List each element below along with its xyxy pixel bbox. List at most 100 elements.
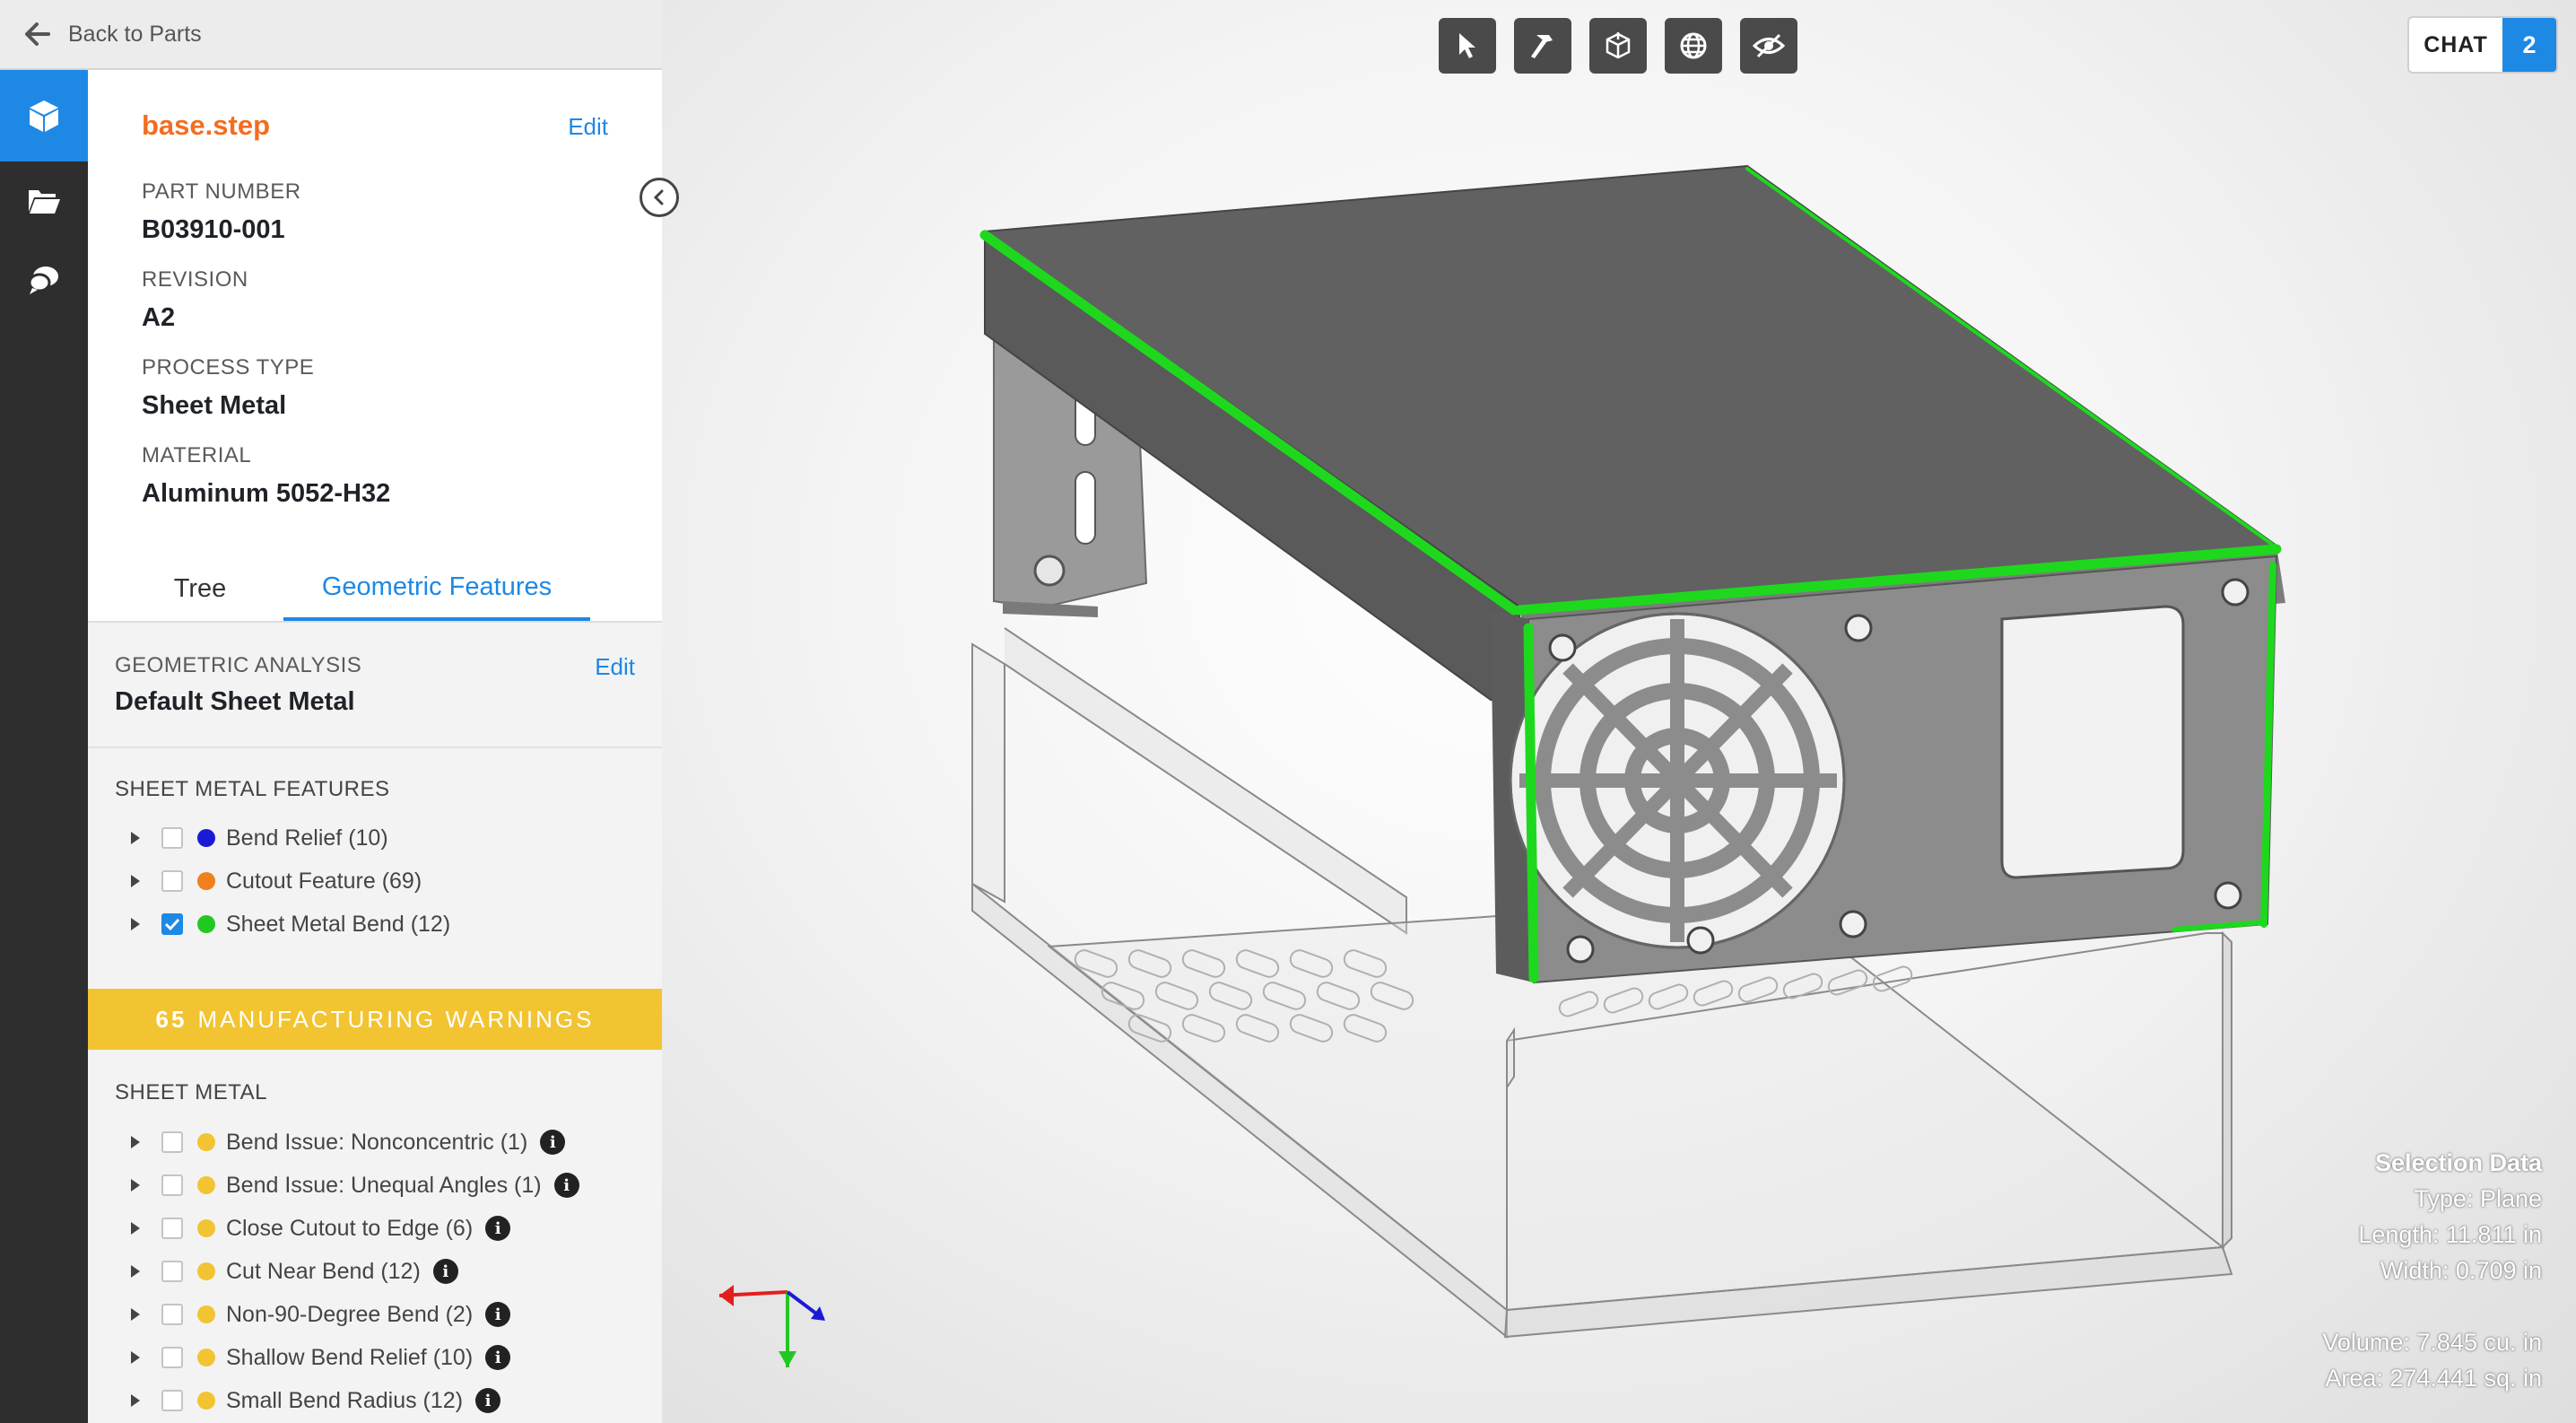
expand-caret-icon[interactable] (131, 1308, 140, 1321)
warning-label: Shallow Bend Relief (10) (226, 1344, 474, 1370)
process-type-value: Sheet Metal (142, 391, 287, 420)
color-dot-icon (197, 872, 215, 890)
expand-caret-icon[interactable] (131, 1222, 140, 1235)
axes-cube-icon (1606, 32, 1631, 59)
arrow-left-icon (25, 22, 50, 46)
warning-checkbox[interactable] (161, 1218, 183, 1239)
feature-row: Sheet Metal Bend (12) (131, 906, 450, 942)
warnings-count: 65 (155, 1005, 187, 1033)
selection-data-panel: Selection Data Type: Plane Length: 11.81… (2322, 1145, 2542, 1396)
chat-bubbles-icon (28, 266, 58, 294)
rail-item-chat[interactable] (0, 240, 88, 319)
selection-volume: Volume: 7.845 cu. in (2322, 1329, 2542, 1356)
rail-item-files[interactable] (0, 162, 88, 240)
info-icon[interactable]: i (485, 1345, 511, 1370)
part-details: base.step Edit PART NUMBER B03910-001 RE… (88, 70, 662, 556)
chat-label: CHAT (2424, 31, 2488, 57)
axis-triad (718, 1285, 825, 1367)
checkmark-icon (164, 918, 180, 931)
geometric-analysis-section: GEOMETRIC ANALYSIS Edit Default Sheet Me… (88, 623, 662, 748)
view-mode-button[interactable] (1665, 18, 1722, 74)
chat-button[interactable]: CHAT 2 (2407, 16, 2558, 74)
tab-geometric-features[interactable]: Geometric Features (283, 556, 590, 621)
selection-length: Length: 11.811 in (2358, 1221, 2542, 1248)
expand-caret-icon[interactable] (131, 832, 140, 844)
feature-checkbox[interactable] (161, 827, 183, 849)
expand-caret-icon[interactable] (131, 1179, 140, 1192)
process-type-label: PROCESS TYPE (142, 355, 315, 380)
sidebar-rail (0, 70, 88, 1423)
warning-checkbox[interactable] (161, 1304, 183, 1325)
part-model[interactable] (662, 0, 2576, 1423)
feature-label: Bend Relief (10) (226, 825, 388, 851)
back-to-parts-link[interactable]: Back to Parts (25, 16, 202, 52)
warning-checkbox[interactable] (161, 1261, 183, 1282)
chat-count-badge: 2 (2502, 18, 2556, 72)
warning-label: Small Bend Radius (12) (226, 1387, 464, 1413)
warning-checkbox[interactable] (161, 1174, 183, 1196)
info-icon[interactable]: i (553, 1173, 579, 1198)
manufacturing-warnings-banner[interactable]: 65 MANUFACTURING WARNINGS (88, 989, 662, 1050)
sheet-metal-warnings-title: SHEET METAL (115, 1080, 267, 1104)
edit-geometric-analysis-link[interactable]: Edit (595, 653, 635, 681)
sheet-metal-features-title: SHEET METAL FEATURES (115, 777, 390, 801)
info-icon[interactable]: i (475, 1388, 501, 1413)
selection-width: Width: 0.709 in (2380, 1257, 2542, 1284)
warning-row: Close Cutout to Edge (6) i (131, 1210, 511, 1246)
warning-row: Cut Near Bend (12) i (131, 1253, 458, 1289)
collapse-panel-button[interactable] (640, 178, 679, 217)
viewer-toolbar (1439, 18, 1797, 74)
warning-checkbox[interactable] (161, 1131, 183, 1153)
expand-caret-icon[interactable] (131, 1136, 140, 1148)
part-number-value: B03910-001 (142, 215, 285, 244)
warning-label: Non-90-Degree Bend (2) (226, 1301, 474, 1327)
warning-row: Shallow Bend Relief (10) i (131, 1340, 511, 1375)
pointer-icon (1459, 33, 1475, 58)
orientation-tool-button[interactable] (1589, 18, 1647, 74)
material-label: MATERIAL (142, 443, 252, 467)
expand-caret-icon[interactable] (131, 875, 140, 887)
geometric-analysis-value: Default Sheet Metal (115, 687, 355, 716)
eye-slash-icon (1753, 33, 1785, 58)
geometric-analysis-label: GEOMETRIC ANALYSIS (115, 653, 362, 677)
warning-checkbox[interactable] (161, 1347, 183, 1368)
warning-label: Bend Issue: Nonconcentric (1) (226, 1129, 528, 1155)
expand-caret-icon[interactable] (131, 1394, 140, 1407)
color-dot-icon (197, 1219, 215, 1237)
feature-checkbox[interactable] (161, 913, 183, 935)
color-dot-icon (197, 1349, 215, 1366)
part-filename: base.step (142, 109, 271, 141)
warning-checkbox[interactable] (161, 1390, 183, 1411)
info-icon[interactable]: i (485, 1302, 511, 1327)
hide-toggle-button[interactable] (1740, 18, 1797, 74)
expand-caret-icon[interactable] (131, 1351, 140, 1364)
selection-data-title: Selection Data (2374, 1149, 2542, 1176)
revision-value: A2 (142, 303, 176, 332)
hammer-icon (1531, 35, 1553, 58)
info-icon[interactable]: i (432, 1259, 458, 1284)
info-icon[interactable]: i (485, 1216, 511, 1241)
top-bar: Back to Parts (0, 0, 662, 70)
part-number-label: PART NUMBER (142, 179, 301, 204)
info-icon[interactable]: i (540, 1130, 566, 1155)
feature-row: Bend Relief (10) (131, 820, 388, 856)
tab-tree[interactable]: Tree (142, 556, 258, 621)
globe-icon (1680, 32, 1707, 59)
warnings-label: MANUFACTURING WARNINGS (197, 1005, 595, 1033)
expand-caret-icon[interactable] (131, 918, 140, 930)
feature-checkbox[interactable] (161, 870, 183, 892)
cover-front-face (1491, 554, 2278, 984)
rail-item-part[interactable] (0, 70, 88, 162)
warning-row: Non-90-Degree Bend (2) i (131, 1296, 511, 1332)
expand-caret-icon[interactable] (131, 1265, 140, 1278)
color-dot-icon (197, 1262, 215, 1280)
chevron-left-icon (653, 189, 664, 205)
select-tool-button[interactable] (1439, 18, 1496, 74)
part-panel: base.step Edit PART NUMBER B03910-001 RE… (88, 70, 662, 1423)
edit-part-link[interactable]: Edit (568, 113, 608, 141)
3d-viewport[interactable] (662, 0, 2576, 1423)
warning-label: Cut Near Bend (12) (226, 1258, 421, 1284)
measure-tool-button[interactable] (1514, 18, 1571, 74)
color-dot-icon (197, 1133, 215, 1151)
warning-row: Small Bend Radius (12) i (131, 1383, 501, 1419)
